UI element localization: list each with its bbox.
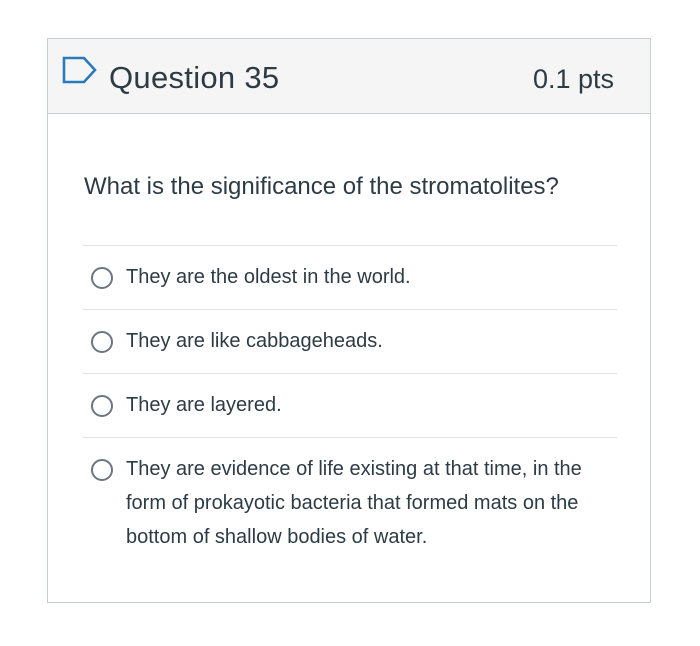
answer-label[interactable]: They are evidence of life existing at th… [126,452,614,554]
answer-label[interactable]: They are like cabbageheads. [126,324,614,358]
answer-option[interactable]: They are like cabbageheads. [83,309,617,373]
question-title: Question 35 [109,60,280,95]
question-header: Question 35 0.1 pts [48,39,650,114]
answer-option[interactable]: They are the oldest in the world. [83,245,617,309]
question-points: 0.1 pts [532,64,614,94]
answer-option[interactable]: They are layered. [83,373,617,437]
flag-outline-icon[interactable] [62,56,98,84]
radio-button[interactable] [91,395,113,417]
answer-label[interactable]: They are the oldest in the world. [126,260,614,294]
radio-button[interactable] [91,267,113,289]
answer-option[interactable]: They are evidence of life existing at th… [83,437,617,563]
answer-label[interactable]: They are layered. [126,388,614,422]
answer-list: They are the oldest in the world. They a… [83,245,617,563]
question-text: What is the significance of the stromato… [84,173,559,200]
radio-button[interactable] [91,459,113,481]
question-card: Question 35 0.1 pts What is the signific… [47,38,651,603]
radio-button[interactable] [91,331,113,353]
